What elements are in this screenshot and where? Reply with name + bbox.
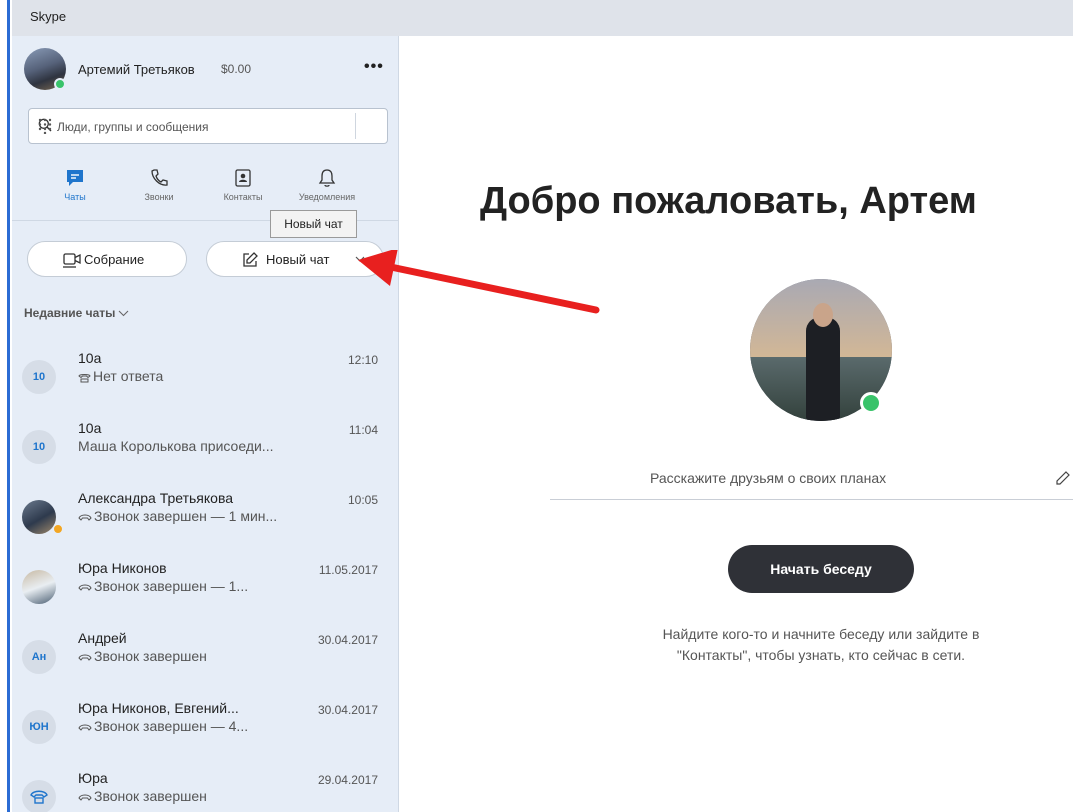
chat-name: Андрей: [78, 630, 127, 646]
search-divider: [355, 113, 356, 139]
chat-list-item[interactable]: 10 10а 12:10 Нет ответа: [12, 350, 398, 420]
tab-contacts-label: Контакты: [223, 192, 263, 202]
search-box[interactable]: [28, 108, 388, 144]
bell-icon: [318, 169, 336, 187]
call-ended-icon: [78, 584, 92, 592]
tab-calls-label: Звонки: [144, 192, 174, 202]
chat-avatar: Ан: [22, 640, 56, 674]
start-conversation-button[interactable]: Начать беседу: [728, 545, 914, 593]
chat-preview: Маша Королькова присоеди...: [78, 438, 274, 454]
welcome-heading: Добро пожаловать, Артем: [480, 180, 977, 222]
tab-chats-label: Чаты: [64, 192, 86, 202]
chat-avatar: [22, 780, 56, 812]
profile-header[interactable]: Артемий Третьяков $0.00 •••: [24, 48, 384, 92]
chat-name: 10а: [78, 420, 102, 436]
chat-name: 10а: [78, 350, 102, 366]
call-ended-icon: [78, 654, 92, 662]
chat-time: 29.04.2017: [317, 773, 378, 787]
recent-chats-label: Недавние чаты: [24, 306, 116, 320]
desktop-edge-strip: [7, 0, 10, 812]
chat-preview-text: Звонок завершен — 4...: [94, 718, 249, 734]
chat-avatar: 10: [22, 360, 56, 394]
chat-preview-text: Звонок завершен — 1 мин...: [94, 508, 278, 524]
title-bar: Skype: [12, 0, 1073, 36]
pencil-icon[interactable]: [1055, 470, 1071, 486]
online-status-icon: [860, 392, 882, 414]
empty-state-hint: Найдите кого-то и начните беседу или зай…: [590, 624, 1052, 666]
recent-chats-header[interactable]: Недавние чаты: [24, 306, 129, 320]
chat-time: 11:04: [348, 423, 378, 437]
call-ended-icon: [78, 724, 92, 732]
chat-name: Юра: [78, 770, 108, 786]
chat-avatar: ЮН: [22, 710, 56, 744]
chat-name: Юра Никонов, Евгений...: [78, 700, 239, 716]
desktop-edge: [0, 0, 12, 812]
chat-list-item[interactable]: 10 10а 11:04 Маша Королькова присоеди...: [12, 420, 398, 490]
call-ended-icon: [78, 794, 92, 802]
search-input[interactable]: [57, 117, 347, 137]
more-options-button[interactable]: •••: [364, 58, 384, 76]
phone-icon: [30, 790, 48, 804]
tab-notifications-label: Уведомления: [298, 192, 356, 202]
phone-icon: [151, 169, 168, 186]
new-chat-button-label: Новый чат: [266, 252, 330, 267]
chevron-down-icon: [119, 310, 129, 317]
chat-preview: Звонок завершен — 1 мин...: [78, 508, 277, 524]
call-ended-icon: [78, 514, 92, 522]
chat-list-item[interactable]: ЮН Юра Никонов, Евгений... 30.04.2017 Зв…: [12, 700, 398, 770]
skype-credit-balance[interactable]: $0.00: [221, 62, 251, 76]
chat-time: 10:05: [347, 493, 378, 507]
new-chat-tooltip: Новый чат: [270, 210, 357, 238]
sidebar: Артемий Третьяков $0.00 ••• Чаты Звонки …: [12, 36, 399, 812]
hint-line: Найдите кого-то и начните беседу или зай…: [662, 626, 980, 642]
main-pane: Добро пожаловать, Артем Расскажите друзь…: [400, 36, 1073, 812]
chat-list-item[interactable]: Александра Третьякова 10:05 Звонок завер…: [12, 490, 398, 560]
chat-time: 30.04.2017: [317, 633, 378, 647]
window-title: Skype: [30, 9, 67, 24]
chat-preview-text: Звонок завершен: [94, 648, 207, 664]
chat-time: 11.05.2017: [318, 563, 378, 577]
chat-avatar: [22, 500, 56, 534]
compose-icon: [243, 252, 258, 267]
dialpad-icon[interactable]: [38, 118, 52, 134]
contacts-icon: [235, 169, 251, 187]
chat-preview-text: Звонок завершен: [94, 788, 207, 804]
chat-preview: Нет ответа: [78, 368, 163, 384]
chat-preview-text: Звонок завершен — 1...: [94, 578, 249, 594]
phone-icon: [78, 373, 91, 383]
chat-preview: Звонок завершен — 1...: [78, 578, 248, 594]
chat-name: Юра Никонов: [78, 560, 167, 576]
profile-picture-head: [813, 303, 833, 327]
chat-list-item[interactable]: Юра 29.04.2017 Звонок завершен: [12, 770, 398, 812]
chat-icon: [67, 170, 83, 186]
chat-list-item[interactable]: Юра Никонов 11.05.2017 Звонок завершен —…: [12, 560, 398, 630]
mood-message-field[interactable]: Расскажите друзьям о своих планах: [550, 460, 1073, 500]
meeting-button-label: Собрание: [84, 252, 145, 267]
profile-name[interactable]: Артемий Третьяков: [78, 62, 195, 77]
chat-time: 30.04.2017: [317, 703, 378, 717]
chat-time: 12:10: [347, 353, 378, 367]
chat-avatar: 10: [22, 430, 56, 464]
chat-avatar: [22, 570, 56, 604]
meeting-button[interactable]: Собрание: [27, 241, 187, 277]
tab-chats[interactable]: Чаты: [36, 162, 114, 218]
tab-calls[interactable]: Звонки: [120, 162, 198, 218]
video-camera-icon: [63, 253, 81, 268]
hint-line: "Контакты", чтобы узнать, кто сейчас в с…: [676, 647, 966, 663]
mood-placeholder: Расскажите друзьям о своих планах: [650, 470, 887, 486]
chat-preview-text: Нет ответа: [93, 368, 164, 384]
chat-list-item[interactable]: Ан Андрей 30.04.2017 Звонок завершен: [12, 630, 398, 700]
chat-name: Александра Третьякова: [78, 490, 234, 506]
online-status-icon: [54, 78, 66, 90]
chat-preview: Звонок завершен: [78, 788, 207, 804]
annotation-arrow: [358, 250, 600, 314]
chat-preview: Звонок завершен: [78, 648, 207, 664]
profile-picture-person: [806, 317, 840, 421]
chat-preview: Звонок завершен — 4...: [78, 718, 248, 734]
away-status-icon: [53, 524, 63, 534]
